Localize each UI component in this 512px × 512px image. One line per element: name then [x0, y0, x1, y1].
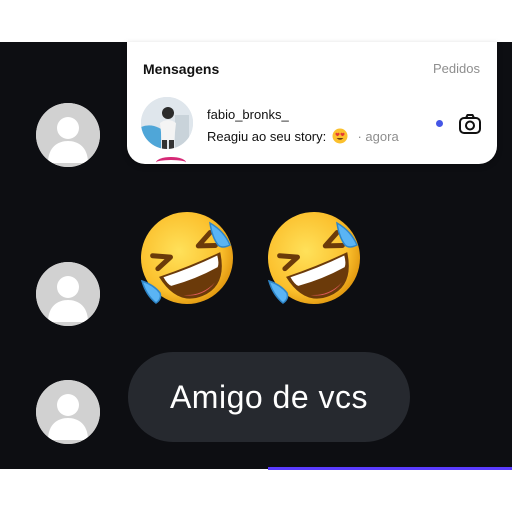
- default-avatar-icon: [36, 262, 100, 326]
- message-bubble[interactable]: Amigo de vcs: [128, 352, 410, 442]
- avatar[interactable]: [36, 262, 100, 326]
- requests-link[interactable]: Pedidos: [433, 61, 480, 76]
- heart-eyes-emoji-icon: [332, 128, 348, 147]
- sender-username: fabio_bronks_: [207, 107, 289, 122]
- rofl-emoji-icon[interactable]: [259, 203, 369, 313]
- default-avatar-icon: [36, 380, 100, 444]
- bottom-accent-bar: [268, 467, 512, 470]
- story-ring: [156, 157, 186, 168]
- avatar[interactable]: [36, 103, 100, 167]
- sender-avatar[interactable]: [141, 97, 193, 149]
- notification-text: Reagiu ao seu story:: [207, 129, 327, 144]
- avatar[interactable]: [36, 380, 100, 444]
- notification-time: · agora: [357, 129, 399, 144]
- unread-indicator: [436, 120, 443, 127]
- notification-title: Mensagens: [143, 61, 220, 77]
- message-notification[interactable]: Mensagens Pedidos fabio_bronks_ Reagiu a…: [127, 42, 497, 164]
- notification-message: Reagiu ao seu story: · agora: [207, 128, 399, 147]
- message-text: Amigo de vcs: [169, 378, 369, 415]
- default-avatar-icon: [36, 103, 100, 167]
- profile-photo-icon: [141, 97, 193, 149]
- camera-icon[interactable]: [458, 112, 482, 136]
- rofl-emoji-icon[interactable]: [132, 203, 242, 313]
